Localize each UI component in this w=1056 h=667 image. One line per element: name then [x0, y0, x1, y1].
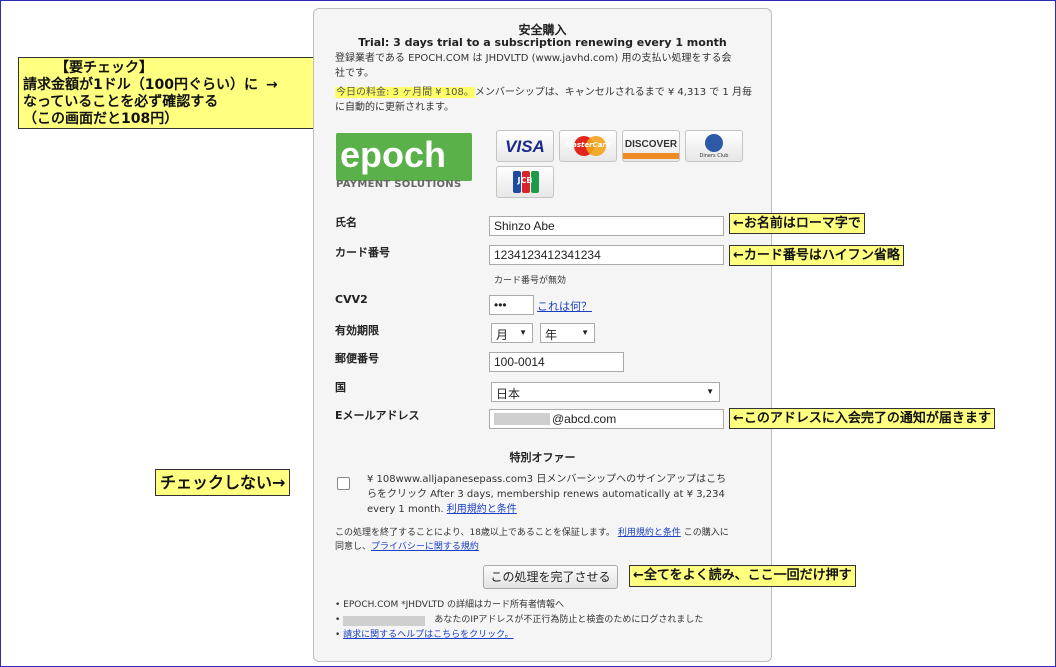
complete-purchase-button[interactable]: この処理を完了させる: [483, 565, 618, 589]
offer-terms-link[interactable]: 利用規約と条件: [447, 504, 517, 515]
trial-subtitle: Trial: 3 days trial to a subscription re…: [358, 36, 727, 49]
expiry-month-select[interactable]: 月 ▼: [491, 323, 533, 343]
check-annotation: 【要チェック】 請求金額が1ドル（100円ぐらい）に → なっていることを必ず確認…: [18, 57, 316, 129]
zip-field[interactable]: 100-0014: [489, 352, 624, 372]
zip-label: 郵便番号: [335, 352, 379, 365]
agreement-terms-link[interactable]: 利用規約と条件: [618, 528, 681, 538]
merchant-description: 登録業者である EPOCH.COM は JHDVLTD (www.javhd.c…: [335, 53, 732, 79]
visa-logo: VISA: [496, 130, 554, 162]
footer-help: • 請求に関するヘルプはこちらをクリック。: [335, 630, 514, 640]
mastercard-logo: MasterCard: [559, 130, 617, 162]
agreement-text: この処理を終了することにより、18歳以上であることを保証します。 利用規約と条件…: [335, 528, 729, 552]
footer-ip-notice: • あなたのIPアドレスが不正行為防止と検査のためにログされました: [335, 615, 704, 626]
check-annotation-line1: 請求金額が1ドル（100円ぐらい）に →: [23, 77, 278, 93]
privacy-policy-link[interactable]: プライバシーに関する規約: [371, 542, 479, 552]
jcb-logo: JCB: [496, 166, 554, 198]
epoch-logo-subtitle: PAYMENT SOLUTIONS: [336, 179, 462, 190]
name-label: 氏名: [335, 216, 357, 229]
expiry-year-select[interactable]: 年 ▼: [540, 323, 595, 343]
cvv-field[interactable]: •••: [489, 295, 534, 315]
country-label: 国: [335, 381, 346, 394]
discover-logo: DISCOVER: [622, 130, 680, 162]
submit-annotation: ←全てをよく読み、ここ一回だけ押す: [629, 565, 856, 587]
card-number-field[interactable]: 1234123412341234: [489, 245, 724, 265]
secure-purchase-panel: 安全購入 Trial: 3 days trial to a subscripti…: [313, 8, 772, 662]
check-annotation-title: 【要チェック】: [55, 60, 153, 76]
charge-highlight: 今日の料金: 3 ヶ月間 ¥ 108。: [335, 87, 475, 98]
cvv-help-link[interactable]: これは何？: [537, 298, 592, 314]
name-annotation: ←お名前はローマ字で: [729, 213, 865, 234]
card-number-label: カード番号: [335, 246, 390, 259]
email-field[interactable]: @abcd.com: [489, 409, 724, 429]
charge-info: 今日の料金: 3 ヶ月間 ¥ 108。メンバーシップは、キャンセルされるまで ¥…: [335, 87, 752, 113]
expiry-label: 有効期限: [335, 324, 379, 337]
special-offer-heading: 特別オファー: [509, 451, 576, 464]
card-annotation: ←カード番号はハイフン省略: [729, 245, 904, 266]
redacted-ip: [343, 616, 425, 626]
diners-club-logo: Diners Club: [685, 130, 743, 162]
billing-help-link[interactable]: 請求に関するヘルプはこちらをクリック。: [343, 630, 513, 640]
special-offer-text: ¥ 108www.alljapanesepass.com3 日メンバーシップへの…: [367, 474, 727, 515]
footer-notes: • EPOCH.COM *JHDVLTD の詳細はカード所有者情報へ • あなたの…: [335, 598, 765, 643]
dropdown-caret-icon: ▼: [519, 328, 527, 337]
redacted-email-local: [494, 413, 550, 425]
email-label: Eメールアドレス: [335, 409, 420, 422]
no-check-annotation: チェックしない→: [155, 469, 291, 496]
arrow-icon: →: [265, 77, 278, 93]
card-error-message: カード番号が無効: [494, 276, 567, 286]
check-annotation-line2: なっていることを必ず確認する: [23, 94, 219, 110]
special-offer-checkbox[interactable]: [337, 477, 350, 490]
cvv-label: CVV2: [335, 293, 368, 306]
dropdown-caret-icon: ▼: [581, 328, 589, 337]
email-annotation: ←このアドレスに入会完了の通知が届きます: [729, 408, 995, 429]
check-annotation-line3: （この画面だと108円）: [23, 111, 179, 127]
epoch-logo: epoch: [336, 133, 472, 181]
dropdown-caret-icon: ▼: [706, 387, 714, 396]
footer-merchant-info: • EPOCH.COM *JHDVLTD の詳細はカード所有者情報へ: [335, 600, 565, 610]
country-select[interactable]: 日本 ▼: [491, 382, 720, 402]
name-field[interactable]: Shinzo Abe: [489, 216, 724, 236]
